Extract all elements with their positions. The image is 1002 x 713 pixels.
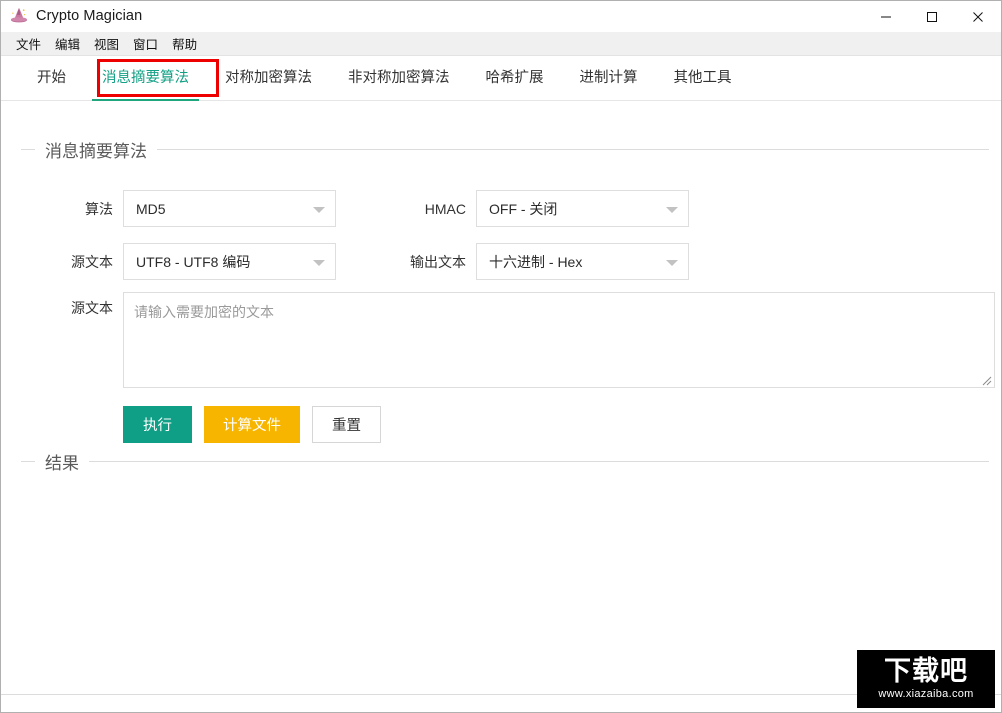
tab-start[interactable]: 开始 [19, 56, 84, 101]
source-encoding-select[interactable]: UTF8 - UTF8 编码 [123, 243, 336, 280]
content-area: 消息摘要算法 算法 MD5 HMAC OFF - 关闭 源文本 UTF8 - U… [1, 101, 1001, 694]
status-bar [1, 694, 1001, 712]
chevron-down-icon [666, 206, 678, 213]
tab-other-tools[interactable]: 其他工具 [656, 56, 750, 101]
reset-button[interactable]: 重置 [312, 406, 381, 443]
hmac-select[interactable]: OFF - 关闭 [476, 190, 689, 227]
message-digest-group: 消息摘要算法 算法 MD5 HMAC OFF - 关闭 源文本 UTF8 - U… [21, 137, 995, 447]
window-controls [863, 1, 1001, 32]
menu-item-file[interactable]: 文件 [9, 32, 48, 55]
tab-bar: 开始 消息摘要算法 对称加密算法 非对称加密算法 哈希扩展 进制计算 其他工具 [1, 56, 1001, 101]
source-encoding-label: 源文本 [71, 253, 113, 270]
menu-bar: 文件 编辑 视图 窗口 帮助 [1, 32, 1001, 56]
message-digest-group-legend: 消息摘要算法 [45, 142, 147, 161]
source-text-label: 源文本 [71, 300, 113, 316]
wizard-hat-icon [8, 5, 30, 27]
close-button[interactable] [955, 1, 1001, 32]
tab-asymmetric-encryption[interactable]: 非对称加密算法 [330, 56, 468, 101]
maximize-button[interactable] [909, 1, 955, 32]
hmac-select-value: OFF - 关闭 [489, 200, 558, 217]
source-text-placeholder: 请输入需要加密的文本 [134, 304, 274, 320]
chevron-down-icon [313, 259, 325, 266]
algorithm-select[interactable]: MD5 [123, 190, 336, 227]
output-encoding-select[interactable]: 十六进制 - Hex [476, 243, 689, 280]
row-source-output-encoding: 源文本 UTF8 - UTF8 编码 输出文本 十六进制 - Hex [21, 243, 989, 280]
app-window: Crypto Magician 文件 编辑 视图 窗口 帮助 开始 消息摘要算法… [0, 0, 1002, 713]
window-title: Crypto Magician [36, 8, 143, 24]
source-encoding-select-value: UTF8 - UTF8 编码 [136, 253, 251, 270]
output-encoding-select-value: 十六进制 - Hex [489, 253, 583, 270]
title-bar: Crypto Magician [1, 1, 1001, 32]
execute-button[interactable]: 执行 [123, 406, 192, 443]
chevron-down-icon [313, 206, 325, 213]
menu-item-window[interactable]: 窗口 [126, 32, 165, 55]
chevron-down-icon [666, 259, 678, 266]
result-group-legend: 结果 [45, 454, 79, 473]
algorithm-select-value: MD5 [136, 200, 166, 217]
output-encoding-label: 输出文本 [410, 253, 466, 270]
tab-base-conversion[interactable]: 进制计算 [562, 56, 656, 101]
menu-item-view[interactable]: 视图 [87, 32, 126, 55]
tab-symmetric-encryption[interactable]: 对称加密算法 [207, 56, 330, 101]
row-algorithm-hmac: 算法 MD5 HMAC OFF - 关闭 [21, 190, 989, 227]
resize-grip-icon[interactable] [980, 373, 992, 386]
hmac-label: HMAC [424, 200, 466, 217]
algorithm-label: 算法 [85, 200, 113, 217]
minimize-button[interactable] [863, 1, 909, 32]
tab-hash-extension[interactable]: 哈希扩展 [468, 56, 562, 101]
result-group: 结果 [21, 449, 989, 682]
compute-file-button[interactable]: 计算文件 [204, 406, 300, 443]
tab-message-digest[interactable]: 消息摘要算法 [84, 56, 207, 101]
source-text-input[interactable]: 请输入需要加密的文本 [123, 292, 995, 388]
menu-item-edit[interactable]: 编辑 [48, 32, 87, 55]
menu-item-help[interactable]: 帮助 [165, 32, 204, 55]
